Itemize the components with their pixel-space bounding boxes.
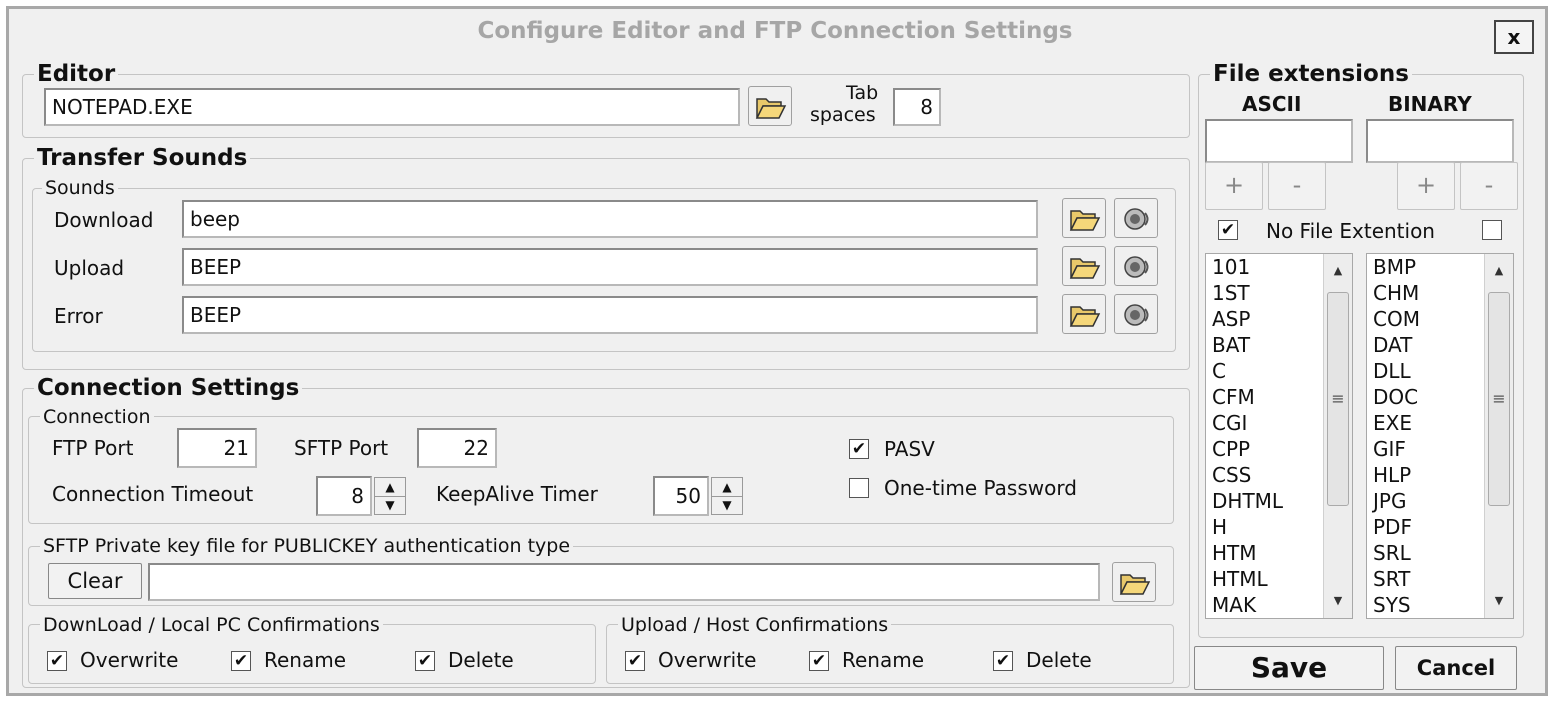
ascii-add-button[interactable]: + (1205, 162, 1263, 210)
transfer-sounds-legend: Transfer Sounds (34, 146, 251, 170)
folder-open-icon (1069, 306, 1101, 327)
pasv-label: PASV (884, 437, 935, 461)
ascii-no-ext-checkbox[interactable]: ✔ (1218, 220, 1238, 240)
no-file-extension-label: No File Extention (1266, 219, 1435, 243)
error-sound-label: Error (54, 304, 103, 328)
editor-legend: Editor (34, 62, 119, 86)
sftp-port-label: SFTP Port (294, 436, 389, 460)
spin-down-icon[interactable]: ▼ (375, 496, 405, 514)
upload-overwrite-label: Overwrite (658, 648, 757, 672)
folder-open-icon (1069, 210, 1101, 231)
binary-ext-input[interactable] (1366, 119, 1514, 163)
folder-open-icon (1069, 258, 1101, 279)
binary-label: BINARY (1388, 92, 1472, 116)
upload-sound-browse-button[interactable] (1062, 246, 1106, 286)
binary-no-ext-checkbox[interactable] (1482, 220, 1502, 240)
binary-remove-button[interactable]: - (1460, 162, 1518, 210)
upload-rename-checkbox[interactable]: ✔ (809, 651, 829, 671)
spin-up-icon[interactable]: ▲ (375, 478, 405, 497)
spin-up-icon[interactable]: ▲ (712, 478, 742, 497)
keepalive-timer-input[interactable] (653, 476, 709, 516)
scroll-thumb[interactable]: ≡ (1327, 292, 1349, 506)
download-delete-checkbox[interactable]: ✔ (415, 651, 435, 671)
error-sound-browse-button[interactable] (1062, 294, 1106, 334)
download-rename-label: Rename (264, 648, 347, 672)
scroll-up-icon[interactable]: ▲ (1485, 258, 1513, 284)
sftp-key-legend: SFTP Private key file for PUBLICKEY auth… (40, 534, 574, 558)
clear-key-button[interactable]: Clear (48, 563, 142, 599)
upload-sound-input[interactable] (182, 248, 1038, 286)
ftp-port-input[interactable] (177, 428, 257, 468)
upload-rename-label: Rename (842, 648, 925, 672)
folder-open-icon (755, 98, 787, 119)
sounds-sub-legend: Sounds (42, 176, 118, 200)
upload-sound-label: Upload (54, 256, 125, 280)
download-overwrite-checkbox[interactable]: ✔ (47, 651, 67, 671)
speaker-icon (1124, 304, 1149, 326)
ascii-label: ASCII (1242, 92, 1302, 116)
ascii-list-scrollbar[interactable]: ▲ ≡ ▼ (1323, 254, 1352, 618)
folder-open-icon (1119, 574, 1151, 595)
spin-down-icon[interactable]: ▼ (712, 496, 742, 514)
tab-spaces-input[interactable] (893, 88, 941, 126)
connection-sub-legend: Connection (40, 405, 154, 429)
download-sound-input[interactable] (182, 200, 1038, 238)
scroll-down-icon[interactable]: ▼ (1324, 588, 1352, 614)
download-sound-label: Download (54, 208, 154, 232)
ascii-ext-input[interactable] (1205, 119, 1353, 163)
upload-confirm-legend: Upload / Host Confirmations (618, 613, 892, 637)
cancel-button[interactable]: Cancel (1395, 646, 1517, 690)
ftp-port-label: FTP Port (52, 436, 134, 460)
sftp-key-input[interactable] (148, 563, 1100, 601)
dialog-title: Configure Editor and FTP Connection Sett… (477, 18, 1073, 44)
tab-label: Tab (846, 82, 879, 104)
connection-settings-legend: Connection Settings (34, 376, 303, 400)
connection-timeout-label: Connection Timeout (52, 482, 254, 506)
sftp-port-input[interactable] (417, 428, 497, 468)
editor-browse-button[interactable] (748, 86, 792, 126)
spaces-label: spaces (810, 104, 876, 126)
download-sound-browse-button[interactable] (1062, 198, 1106, 238)
upload-delete-checkbox[interactable]: ✔ (993, 651, 1013, 671)
scroll-up-icon[interactable]: ▲ (1324, 258, 1352, 284)
speaker-icon (1124, 256, 1149, 278)
upload-overwrite-checkbox[interactable]: ✔ (625, 651, 645, 671)
ascii-remove-button[interactable]: - (1268, 162, 1326, 210)
download-rename-checkbox[interactable]: ✔ (231, 651, 251, 671)
binary-list-scrollbar[interactable]: ▲ ≡ ▼ (1484, 254, 1513, 618)
connection-timeout-input[interactable] (316, 476, 372, 516)
save-button[interactable]: Save (1194, 646, 1384, 690)
binary-ext-list[interactable]: BMP CHM COM DAT DLL DOC EXE GIF HLP JPG PDF SRL SRT S… (1366, 253, 1514, 619)
download-overwrite-label: Overwrite (80, 648, 179, 672)
upload-sound-play-button[interactable] (1114, 246, 1158, 286)
pasv-checkbox[interactable]: ✔ (849, 439, 869, 459)
ascii-ext-list[interactable]: 101 1ST ASP BAT C CFM CGI CPP CSS DHTML H HTM HTML MA… (1205, 253, 1353, 619)
download-delete-label: Delete (448, 648, 514, 672)
close-button[interactable]: x (1494, 20, 1534, 54)
error-sound-play-button[interactable] (1114, 294, 1158, 334)
upload-delete-label: Delete (1026, 648, 1092, 672)
scroll-down-icon[interactable]: ▼ (1485, 588, 1513, 614)
download-sound-play-button[interactable] (1114, 198, 1158, 238)
binary-add-button[interactable]: + (1397, 162, 1455, 210)
editor-path-input[interactable] (44, 88, 740, 126)
file-extensions-legend: File extensions (1210, 62, 1412, 86)
keepalive-timer-spinner[interactable]: ▲ ▼ (711, 477, 743, 515)
error-sound-input[interactable] (182, 296, 1038, 334)
otp-label: One-time Password (884, 476, 1077, 500)
connection-timeout-spinner[interactable]: ▲ ▼ (374, 477, 406, 515)
speaker-icon (1124, 208, 1149, 230)
sftp-key-browse-button[interactable] (1112, 562, 1156, 602)
otp-checkbox[interactable] (849, 478, 869, 498)
scroll-thumb[interactable]: ≡ (1488, 292, 1510, 506)
keepalive-timer-label: KeepAlive Timer (436, 482, 598, 506)
download-confirm-legend: DownLoad / Local PC Confirmations (40, 613, 383, 637)
